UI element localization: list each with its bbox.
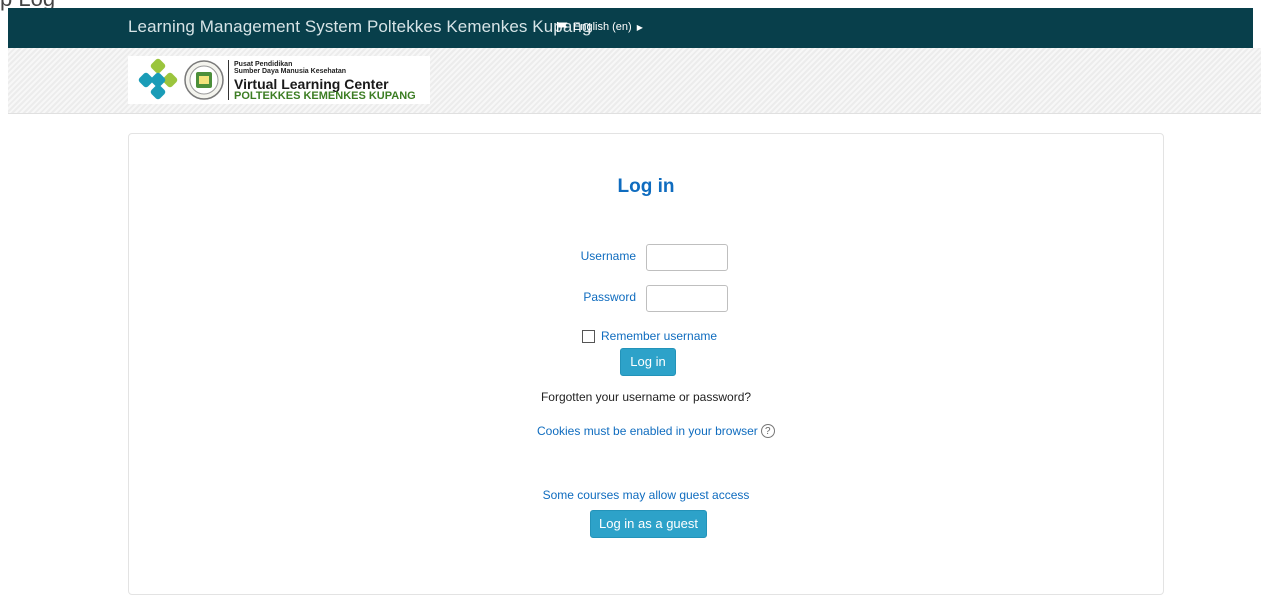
guest-login-button[interactable]: Log in as a guest — [590, 510, 707, 538]
site-logo[interactable]: Pusat Pendidikan Sumber Daya Manusia Kes… — [128, 56, 430, 104]
browser-top-strip: p Log — [0, 0, 1261, 11]
password-input[interactable] — [646, 285, 728, 312]
login-button[interactable]: Log in — [620, 348, 676, 376]
guest-access-note: Some courses may allow guest access — [542, 488, 750, 502]
logo-line-2: Sumber Daya Manusia Kesehatan — [234, 68, 347, 75]
remember-username[interactable]: Remember username — [582, 329, 717, 343]
remember-checkbox[interactable] — [582, 329, 595, 343]
site-name-link[interactable]: Learning Management System Poltekkes Kem… — [128, 17, 592, 37]
logo-line-3: Virtual Learning Center — [234, 76, 389, 92]
cookies-notice-text: Cookies must be enabled in your browser — [537, 424, 758, 438]
cookies-notice: Cookies must be enabled in your browser … — [537, 424, 775, 438]
remember-username-label[interactable]: Remember username — [601, 329, 717, 343]
header-band: Pusat Pendidikan Sumber Daya Manusia Kes… — [8, 48, 1261, 114]
login-title: Log in — [617, 176, 675, 197]
caret-right-icon: ▶ — [636, 22, 643, 32]
username-input[interactable] — [646, 244, 728, 271]
language-label: English (en) — [573, 21, 632, 33]
forgot-password-link[interactable]: Forgotten your username or password? — [129, 390, 1163, 404]
navbar: Learning Management System Poltekkes Kem… — [8, 8, 1253, 48]
username-label: Username — [580, 249, 636, 263]
logo-line-1: Pusat Pendidikan — [234, 61, 293, 68]
kemenkes-logo-icon — [138, 58, 178, 100]
flag-icon — [557, 22, 568, 32]
logo-divider — [228, 60, 229, 100]
question-circle-icon[interactable]: ? — [760, 424, 775, 438]
language-menu[interactable]: English (en) ▶ — [557, 21, 643, 33]
poltekkes-seal-icon — [184, 60, 224, 100]
password-label: Password — [583, 290, 636, 304]
logo-line-4: POLTEKKES KEMENKES KUPANG — [234, 90, 416, 102]
login-card: Log in Username Password Remember userna… — [128, 133, 1164, 595]
logo-text: Pusat Pendidikan Sumber Daya Manusia Kes… — [234, 61, 416, 102]
